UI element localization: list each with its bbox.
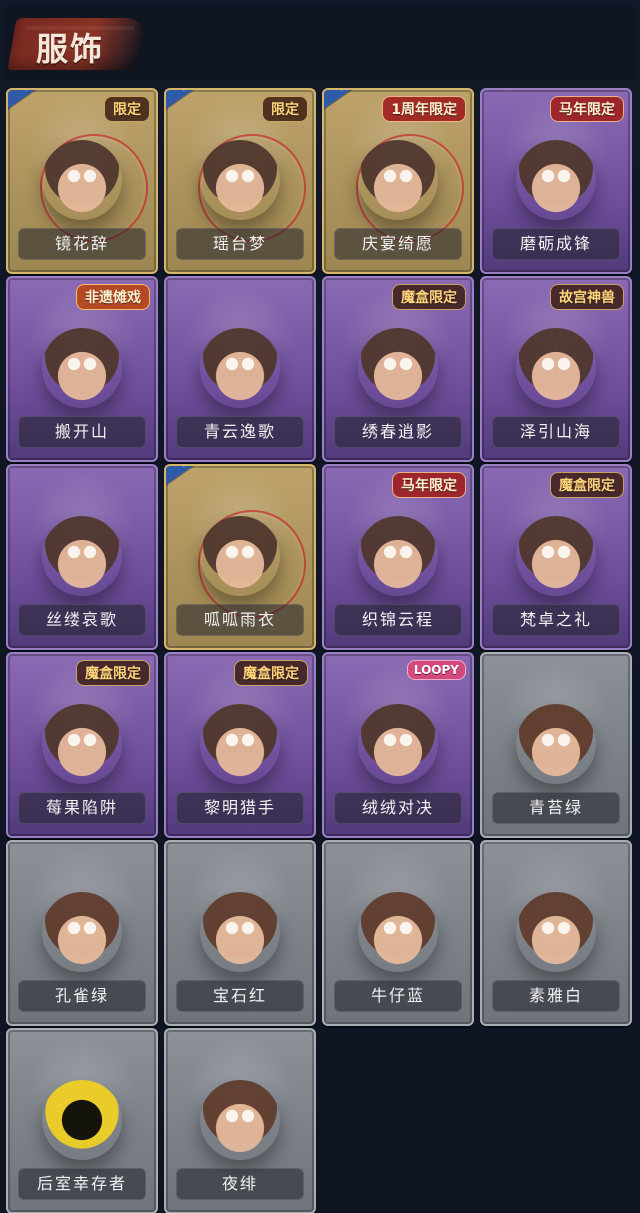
outfit-card[interactable]: 穿戴 限定 瑶台梦 [164, 88, 316, 274]
character-avatar [200, 140, 280, 220]
outfit-portrait [334, 664, 462, 784]
outfit-name: 织锦云程 [334, 604, 462, 636]
outfit-name: 莓果陷阱 [18, 792, 146, 824]
blindbox-badge: 魔盒限定 [234, 660, 308, 686]
character-avatar [200, 704, 280, 784]
character-avatar [42, 328, 122, 408]
year-limited-badge: 马年限定 [550, 96, 624, 122]
outfit-card[interactable]: 宝石红 [164, 840, 316, 1026]
outfit-name: 宝石红 [176, 980, 304, 1012]
character-avatar [42, 704, 122, 784]
character-avatar [516, 516, 596, 596]
character-avatar [516, 140, 596, 220]
palace-badge: 故宫神兽 [550, 284, 624, 310]
character-avatar [358, 704, 438, 784]
outfit-card[interactable]: 孔雀绿 [6, 840, 158, 1026]
outfit-card[interactable]: 魔盒限定 黎明猎手 [164, 652, 316, 838]
outfit-name: 孔雀绿 [18, 980, 146, 1012]
outfit-name: 绣春逍影 [334, 416, 462, 448]
outfit-card[interactable]: 魔盒限定 绣春逍影 [322, 276, 474, 462]
outfit-name: 夜绯 [176, 1168, 304, 1200]
outfit-name: 庆宴绮愿 [334, 228, 462, 260]
outfit-portrait [176, 852, 304, 972]
outfit-portrait [334, 852, 462, 972]
character-avatar [200, 516, 280, 596]
hazmat-avatar [42, 1080, 122, 1160]
character-avatar [42, 516, 122, 596]
outfit-card[interactable]: 马年限定 磨砺成锋 [480, 88, 632, 274]
character-avatar [200, 328, 280, 408]
outfit-name: 素雅白 [492, 980, 620, 1012]
collab-badge: LOOPY [406, 660, 466, 680]
outfit-portrait [176, 1040, 304, 1160]
character-avatar [200, 1080, 280, 1160]
outfit-portrait [18, 852, 146, 972]
outfit-card[interactable]: 故宫神兽 泽引山海 [480, 276, 632, 462]
outfit-name: 黎明猎手 [176, 792, 304, 824]
outfit-card[interactable]: LOOPY 绒绒对决 [322, 652, 474, 838]
character-avatar [516, 704, 596, 784]
page-title: 服饰 [36, 30, 105, 68]
outfit-name: 搬开山 [18, 416, 146, 448]
character-avatar [200, 892, 280, 972]
year-limited-badge: 马年限定 [392, 472, 466, 498]
outfit-name: 丝缕哀歌 [18, 604, 146, 636]
outfit-name: 青苔绿 [492, 792, 620, 824]
character-avatar [358, 140, 438, 220]
outfit-name: 青云逸歌 [176, 416, 304, 448]
outfit-card[interactable]: 后室幸存者 [6, 1028, 158, 1213]
outfit-name: 牛仔蓝 [334, 980, 462, 1012]
outfit-card[interactable]: 穿戴 呱呱雨衣 [164, 464, 316, 650]
outfit-portrait [18, 1040, 146, 1160]
outfit-name: 后室幸存者 [18, 1168, 146, 1200]
outfit-card[interactable]: 青苔绿 [480, 652, 632, 838]
outfit-portrait [176, 476, 306, 618]
character-avatar [516, 328, 596, 408]
outfit-card[interactable]: 青云逸歌 [164, 276, 316, 462]
character-avatar [358, 328, 438, 408]
blindbox-badge: 魔盒限定 [392, 284, 466, 310]
outfit-card[interactable]: 丝缕哀歌 [6, 464, 158, 650]
outfit-name: 磨砺成锋 [492, 228, 620, 260]
blindbox-badge: 魔盒限定 [76, 660, 150, 686]
character-avatar [42, 892, 122, 972]
limited-badge: 限定 [262, 96, 308, 122]
character-avatar [358, 516, 438, 596]
outfit-name: 绒绒对决 [334, 792, 462, 824]
outfit-name: 梵卓之礼 [492, 604, 620, 636]
blindbox-badge: 魔盒限定 [550, 472, 624, 498]
character-avatar [516, 892, 596, 972]
outfit-card[interactable]: 夜绯 [164, 1028, 316, 1213]
anniversary-limited-badge: 1周年限定 [382, 96, 466, 122]
outfit-name: 呱呱雨衣 [176, 604, 304, 636]
outfit-card[interactable]: 穿戴 1周年限定 庆宴绮愿 [322, 88, 474, 274]
outfit-card[interactable]: 魔盒限定 梵卓之礼 [480, 464, 632, 650]
outfit-portrait [176, 288, 304, 408]
character-avatar [42, 140, 122, 220]
limited-badge: 限定 [104, 96, 150, 122]
outfit-card[interactable]: 穿戴 限定 镜花辞 [6, 88, 158, 274]
outfit-name: 瑶台梦 [176, 228, 304, 260]
outfit-card[interactable]: 魔盒限定 莓果陷阱 [6, 652, 158, 838]
outfit-portrait [492, 852, 620, 972]
outfit-name: 镜花辞 [18, 228, 146, 260]
outfit-card[interactable]: 非遗傩戏 搬开山 [6, 276, 158, 462]
character-avatar [358, 892, 438, 972]
outfit-card[interactable]: 素雅白 [480, 840, 632, 1026]
outfit-portrait [492, 664, 620, 784]
page: 服饰 穿戴 限定 镜花辞 穿戴 限定 瑶台梦 [0, 0, 640, 1213]
outfit-card[interactable]: 牛仔蓝 [322, 840, 474, 1026]
heritage-badge: 非遗傩戏 [76, 284, 150, 310]
outfit-portrait [18, 476, 146, 596]
outfit-name: 泽引山海 [492, 416, 620, 448]
header: 服饰 [4, 6, 636, 80]
outfit-card[interactable]: 马年限定 织锦云程 [322, 464, 474, 650]
